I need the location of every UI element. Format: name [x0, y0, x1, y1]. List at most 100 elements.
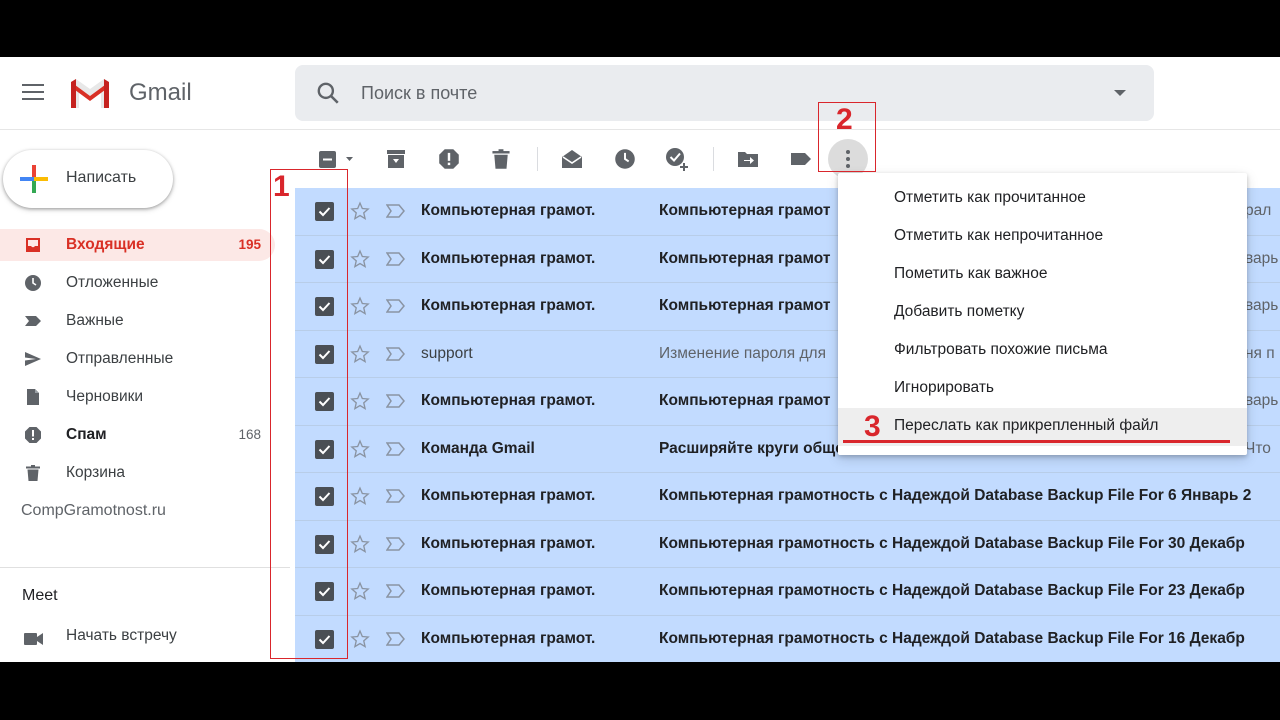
star-icon[interactable] — [350, 391, 370, 411]
annotation-box-1 — [270, 169, 348, 659]
importance-marker-icon[interactable] — [386, 536, 406, 551]
importance-marker-icon[interactable] — [386, 299, 406, 313]
gmail-window: Gmail Написать Входящие 195 Отложенные В… — [0, 57, 1280, 662]
email-sender: Команда Gmail — [421, 439, 535, 457]
sidebar-item-label: Входящие — [66, 236, 145, 253]
search-icon[interactable] — [315, 80, 341, 106]
delete-button[interactable] — [487, 145, 515, 173]
menu-item[interactable]: Игнорировать — [838, 370, 1247, 408]
add-task-icon — [666, 148, 688, 171]
sidebar-item-snoozed[interactable]: Отложенные — [0, 267, 275, 299]
menu-item[interactable]: Пометить как важное — [838, 256, 1247, 294]
sidebar-item-spam[interactable]: Спам 168 — [0, 419, 275, 451]
email-row[interactable]: Компьютерная грамот. Компьютерная грамотн… — [295, 473, 1280, 521]
delete-icon — [492, 149, 510, 169]
star-icon[interactable] — [350, 201, 370, 221]
email-snippet: варь — [1245, 297, 1279, 314]
star-icon[interactable] — [350, 296, 370, 316]
importance-marker-icon[interactable] — [386, 394, 406, 408]
menu-item[interactable]: Добавить пометку — [838, 294, 1247, 332]
menu-item-label: Фильтровать похожие письма — [894, 341, 1108, 358]
email-subject: Компьютерная грамот — [659, 297, 831, 314]
email-snippet: варь — [1245, 249, 1279, 267]
add-task-button[interactable] — [663, 145, 691, 173]
archive-button[interactable] — [382, 145, 410, 173]
compose-button[interactable]: Написать — [3, 150, 173, 208]
move-to-button[interactable] — [734, 145, 762, 173]
snooze-button[interactable] — [611, 145, 639, 173]
email-snippet: варь — [1245, 392, 1279, 409]
mark-read-icon — [562, 150, 582, 168]
clock-icon — [25, 275, 41, 291]
header-divider — [0, 129, 1280, 130]
email-snippet: Что — [1245, 439, 1271, 457]
label-button[interactable] — [787, 145, 815, 173]
email-row[interactable]: Компьютерная грамот. Компьютерная грамотн… — [295, 520, 1280, 568]
search-bar[interactable] — [295, 65, 1154, 121]
email-sender: Компьютерная грамот. — [421, 249, 596, 267]
star-icon[interactable] — [350, 438, 370, 459]
sidebar-item-important[interactable]: Важные — [0, 305, 275, 337]
importance-marker-icon[interactable] — [386, 346, 406, 361]
send-icon — [25, 352, 41, 366]
star-icon[interactable] — [350, 581, 370, 601]
sidebar-item-label: Отложенные — [66, 274, 159, 291]
snooze-icon — [615, 149, 635, 169]
star-icon[interactable] — [350, 343, 370, 364]
toolbar-separator — [537, 147, 538, 171]
star-icon[interactable] — [350, 248, 370, 269]
annotation-number-3: 3 — [864, 410, 881, 443]
menu-item-label: Отметить как прочитанное — [894, 189, 1086, 206]
email-subject: Компьютерная грамотность с Надеждой Data… — [659, 629, 1245, 647]
annotation-number-2: 2 — [836, 103, 853, 136]
email-subject: Компьютерная грамот — [659, 249, 831, 267]
email-row[interactable]: Компьютерная грамот. Компьютерная грамотн… — [295, 568, 1280, 616]
video-camera-icon — [24, 633, 43, 645]
importance-marker-icon[interactable] — [386, 631, 406, 646]
search-options-icon[interactable] — [1114, 90, 1126, 96]
inbox-icon — [26, 238, 40, 252]
email-sender: Компьютерная грамот. — [421, 487, 596, 504]
importance-marker-icon[interactable] — [386, 584, 406, 598]
star-icon[interactable] — [350, 533, 370, 554]
app-name: Gmail — [129, 79, 192, 106]
email-sender: Компьютерная грамот. — [421, 392, 596, 409]
email-sender: Компьютерная грамот. — [421, 202, 596, 219]
sidebar-item-inbox[interactable]: Входящие 195 — [0, 229, 275, 261]
importance-marker-icon[interactable] — [386, 251, 406, 266]
compose-label: Написать — [66, 169, 137, 186]
email-snippet: ня п — [1245, 344, 1275, 362]
start-meeting-link[interactable]: Начать встречу — [0, 623, 275, 655]
sidebar-item-trash[interactable]: Корзина — [0, 457, 275, 489]
annotation-underline — [843, 440, 1230, 443]
email-subject: Изменение пароля для — [659, 344, 826, 362]
email-subject: Компьютерная грамот — [659, 202, 831, 219]
main-menu-icon[interactable] — [22, 84, 44, 100]
email-subject: Компьютерная грамотность с Надеждой Data… — [659, 534, 1245, 552]
select-all-icon — [319, 151, 353, 168]
importance-marker-icon[interactable] — [386, 441, 406, 456]
menu-item-label: Отметить как непрочитанное — [894, 227, 1104, 244]
gmail-logo-icon[interactable] — [68, 76, 112, 110]
spam-icon — [25, 427, 41, 443]
menu-item-label: Добавить пометку — [894, 303, 1025, 320]
sidebar-item-label: Спам — [66, 426, 107, 443]
star-icon[interactable] — [350, 486, 370, 506]
menu-item-label: Пометить как важное — [894, 265, 1048, 282]
menu-item[interactable]: Отметить как непрочитанное — [838, 218, 1247, 256]
menu-item[interactable]: Фильтровать похожие письма — [838, 332, 1247, 370]
importance-marker-icon[interactable] — [386, 489, 406, 503]
importance-marker-icon[interactable] — [386, 204, 406, 218]
sidebar-item-drafts[interactable]: Черновики — [0, 381, 275, 413]
email-subject: Компьютерная грамотность с Надеждой Data… — [659, 582, 1245, 599]
report-spam-button[interactable] — [435, 145, 463, 173]
mark-read-button[interactable] — [558, 145, 586, 173]
sidebar-item-sent[interactable]: Отправленные — [0, 343, 275, 375]
trash-icon — [26, 465, 40, 481]
star-icon[interactable] — [350, 628, 370, 649]
menu-item-label: Игнорировать — [894, 379, 995, 396]
menu-item[interactable]: Отметить как прочитанное — [838, 180, 1247, 218]
search-input[interactable] — [361, 79, 1061, 107]
label-icon — [791, 153, 811, 165]
email-row[interactable]: Компьютерная грамот. Компьютерная грамотн… — [295, 615, 1280, 662]
